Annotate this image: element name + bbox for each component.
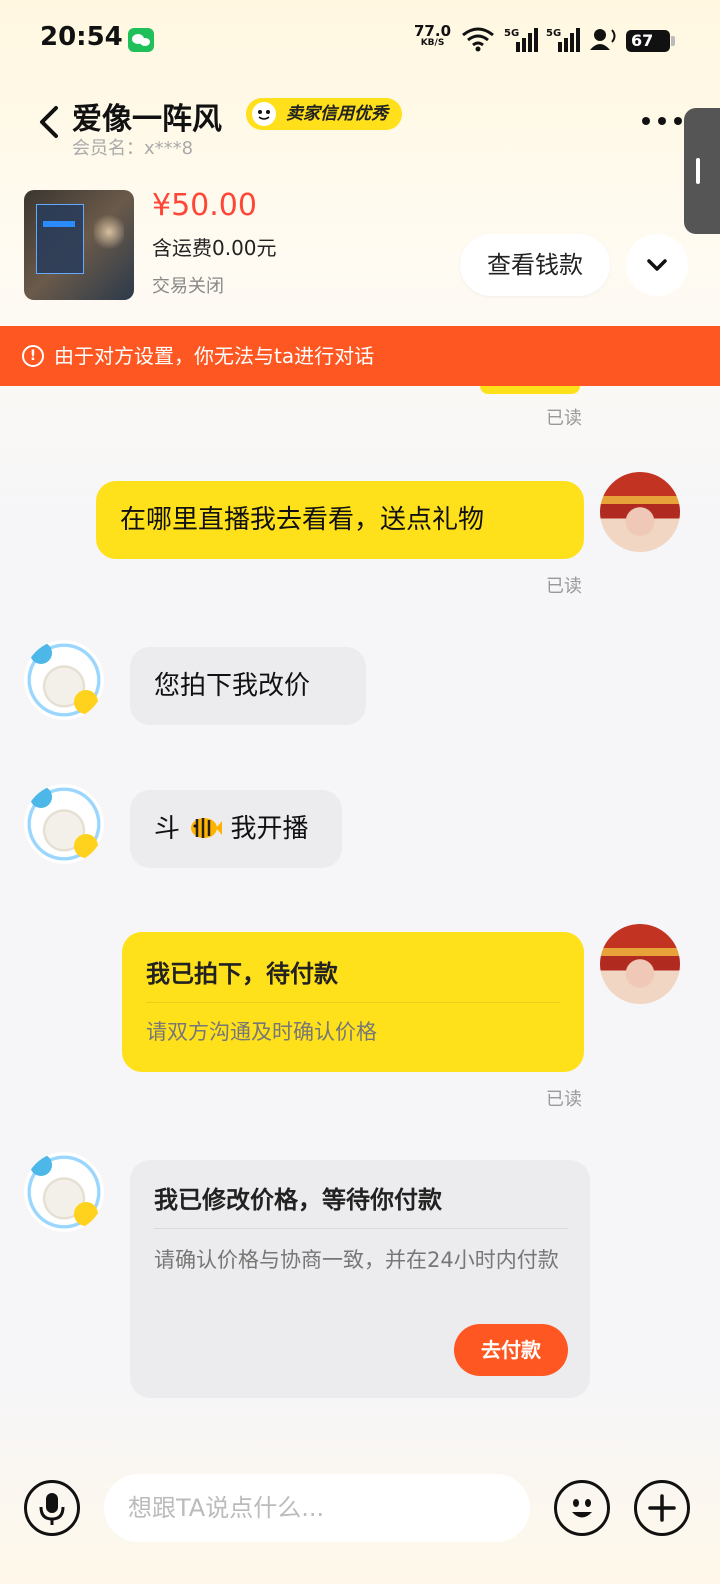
read-receipt: 已读 [546,408,582,429]
partial-message-bubble [480,386,580,394]
shipping-fee: 含运费0.00元 [152,236,277,260]
contact-avatar[interactable] [24,1152,104,1232]
read-receipt: 已读 [546,1089,582,1110]
smiley-face-icon [252,102,276,126]
contact-avatar[interactable] [24,784,104,864]
contact-name[interactable]: 爱像一阵风 [72,94,222,138]
network-speed: 77.0 KB/S [414,24,451,49]
back-arrow-icon[interactable] [30,102,70,142]
battery-indicator: 67 [626,30,675,52]
signal-5g-icon-2: 5G [546,28,580,52]
product-card: ¥50.00 含运费0.00元 交易关闭 查看钱款 [0,186,720,316]
emoji-button[interactable] [554,1480,610,1536]
my-avatar[interactable] [600,472,680,552]
price-modified-subtitle: 请确认价格与协商一致，并在24小时内付款 [154,1248,559,1272]
my-avatar[interactable] [600,924,680,1004]
plus-icon [648,1494,676,1522]
wifi-icon [462,27,494,52]
chat-restriction-alert: 由于对方设置，你无法与ta进行对话 [0,326,720,386]
microphone-icon [39,1493,65,1525]
expand-button[interactable] [626,234,688,296]
product-thumbnail[interactable] [24,190,134,300]
message-text: 您拍下我改价 [154,671,311,701]
chevron-down-icon [647,259,667,271]
more-options-icon[interactable] [640,114,684,128]
view-payment-button[interactable]: 查看钱款 [460,234,610,296]
trade-status: 交易关闭 [152,276,224,297]
order-placed-title: 我已拍下，待付款 [146,960,338,988]
hotspot-user-icon [590,29,616,50]
signal-5g-icon-1: 5G [504,28,538,52]
wechat-notification-icon [128,28,154,52]
product-price: ¥50.00 [152,188,257,223]
seller-credit-label: 卖家信用优秀 [286,104,388,124]
message-bubble-incoming[interactable]: 您拍下我改价 [130,647,366,725]
message-text-prefix: 斗 [154,814,181,844]
voice-input-button[interactable] [24,1480,80,1536]
read-receipt: 已读 [546,576,582,597]
fish-emoji-icon [191,818,223,838]
message-input[interactable]: 想跟TA说点什么... [104,1474,530,1542]
member-name: 会员名：x***8 [72,138,194,159]
message-input-bar: 想跟TA说点什么... [0,1460,720,1584]
emoji-icon [572,1499,592,1518]
order-placed-subtitle: 请双方沟通及时确认价格 [146,1020,377,1044]
svg-text:5G: 5G [546,28,561,39]
thumbnail-character [94,212,124,252]
message-bubble-incoming[interactable]: 斗 我开播 [130,790,342,868]
chat-header: 爱像一阵风 卖家信用优秀 会员名：x***8 [0,80,720,180]
thumbnail-game-panel [36,204,84,274]
go-pay-button[interactable]: 去付款 [454,1324,568,1376]
alert-circle-icon [22,327,44,385]
clock: 20:54 [40,22,123,52]
message-text-suffix: 我开播 [230,814,309,844]
alert-text: 由于对方设置，你无法与ta进行对话 [54,344,375,368]
message-text: 在哪里直播我去看看，送点礼物 [120,505,485,535]
card-divider [154,1228,568,1229]
price-modified-title: 我已修改价格，等待你付款 [154,1186,442,1214]
status-bar: 20:54 77.0 KB/S 5G 5G 67 [0,0,720,80]
more-actions-button[interactable] [634,1480,690,1536]
message-bubble-outgoing[interactable]: 在哪里直播我去看看，送点礼物 [96,481,584,559]
svg-text:5G: 5G [504,28,519,39]
contact-avatar[interactable] [24,640,104,720]
card-divider [146,1002,560,1003]
seller-credit-badge[interactable]: 卖家信用优秀 [246,98,402,130]
